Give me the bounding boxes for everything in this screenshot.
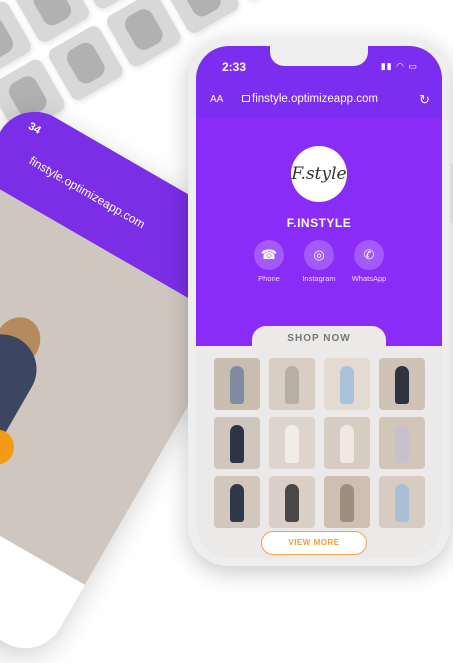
product-model-figure	[230, 366, 244, 404]
browser-url-bar[interactable]: AA finstyle.optimizeapp.com ↻	[196, 84, 442, 118]
product-model-figure	[285, 366, 299, 404]
product-thumbnail[interactable]	[269, 476, 315, 528]
product-model-figure	[395, 425, 409, 463]
lock-icon	[242, 95, 250, 102]
product-thumbnail[interactable]	[324, 358, 370, 410]
product-thumbnail[interactable]	[214, 358, 260, 410]
social-instagram[interactable]: ◎ Instagram	[294, 240, 344, 283]
social-label: Instagram	[302, 274, 336, 283]
social-label: WhatsApp	[351, 274, 387, 283]
brand-name: F.INSTYLE	[286, 216, 352, 230]
product-model-figure	[340, 366, 354, 404]
product-model-figure	[285, 484, 299, 522]
social-whatsapp[interactable]: ✆ WhatsApp	[344, 240, 394, 283]
url-text[interactable]: finstyle.optimizeapp.com	[252, 93, 378, 105]
product-model-figure	[395, 366, 409, 404]
product-thumbnail[interactable]	[379, 417, 425, 469]
status-time: 2:33	[222, 60, 247, 74]
product-model-figure	[395, 484, 409, 522]
product-model-figure	[285, 425, 299, 463]
reload-icon[interactable]: ↻	[419, 92, 430, 108]
product-thumbnail[interactable]	[269, 358, 315, 410]
product-thumbnail[interactable]	[379, 476, 425, 528]
status-bar: 2:33 ▮▮ ◠ ▭	[196, 46, 442, 84]
product-thumbnail[interactable]	[379, 358, 425, 410]
product-model-figure	[340, 484, 354, 522]
product-thumbnail[interactable]	[324, 417, 370, 469]
signal-wifi-battery-icon: ▮▮ ◠ ▭	[380, 61, 418, 71]
social-phone[interactable]: ☎ Phone	[244, 240, 294, 283]
phone-icon[interactable]: ☎	[254, 240, 284, 270]
brand-logo: F.style	[291, 146, 347, 202]
product-model-figure	[230, 425, 244, 463]
view-more-button[interactable]: VIEW MORE	[261, 531, 367, 555]
whatsapp-icon[interactable]: ✆	[354, 240, 384, 270]
shop-now-heading: SHOP NOW	[252, 326, 386, 350]
product-model-figure	[230, 484, 244, 522]
instagram-icon[interactable]: ◎	[304, 240, 334, 270]
social-label: Phone	[258, 274, 280, 283]
product-grid	[214, 358, 426, 528]
product-thumbnail[interactable]	[214, 476, 260, 528]
text-size-button[interactable]: AA	[210, 94, 223, 105]
product-model-figure	[340, 425, 354, 463]
product-thumbnail[interactable]	[324, 476, 370, 528]
phone-notch	[270, 46, 368, 66]
product-thumbnail[interactable]	[269, 417, 315, 469]
product-thumbnail[interactable]	[214, 417, 260, 469]
main-phone-mockup: 2:33 ▮▮ ◠ ▭ AA finstyle.optimizeapp.com …	[188, 38, 453, 566]
phone-screen: 2:33 ▮▮ ◠ ▭ AA finstyle.optimizeapp.com …	[196, 46, 442, 558]
secondary-status-time: 34	[26, 120, 43, 137]
